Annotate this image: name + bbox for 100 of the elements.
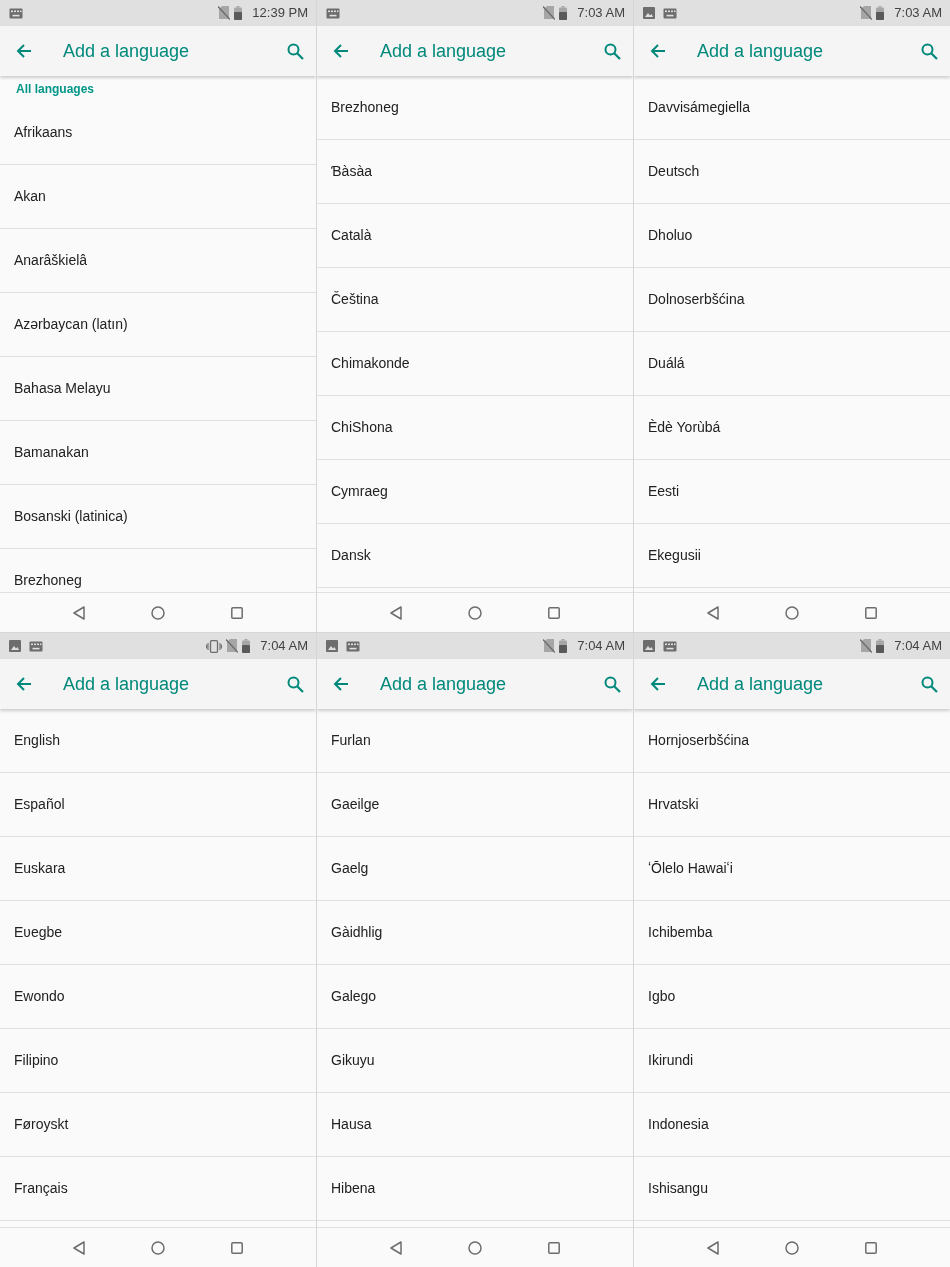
screen-title: Add a language xyxy=(697,39,824,63)
language-item[interactable]: Eʋegbe xyxy=(0,901,316,965)
language-item[interactable]: English xyxy=(0,709,316,773)
language-item[interactable]: Ishisangu xyxy=(634,1157,950,1221)
language-item[interactable]: Euskara xyxy=(0,837,316,901)
language-item[interactable]: Føroyskt xyxy=(0,1093,316,1157)
keyboard-icon xyxy=(9,7,23,19)
search-icon xyxy=(603,675,621,693)
status-time: 7:03 AM xyxy=(577,4,625,23)
image-icon xyxy=(9,640,21,652)
language-item[interactable]: Indonesia xyxy=(634,1093,950,1157)
language-item[interactable]: Akan xyxy=(0,165,316,229)
back-arrow-icon xyxy=(16,676,32,692)
no-sim-icon xyxy=(860,6,873,20)
home-circle-icon xyxy=(468,605,482,620)
language-item[interactable]: Čeština xyxy=(317,268,633,332)
image-icon xyxy=(326,640,338,652)
back-arrow-icon xyxy=(650,676,666,692)
language-item[interactable]: Galego xyxy=(317,965,633,1029)
language-item[interactable]: Brezhoneg xyxy=(317,76,633,140)
language-item[interactable]: Hornjoserbšćina xyxy=(634,709,950,773)
battery-icon xyxy=(876,639,885,653)
search-icon xyxy=(286,675,304,693)
language-item[interactable]: Azərbaycan (latın) xyxy=(0,293,316,357)
language-item[interactable]: Español xyxy=(0,773,316,837)
recents-square-icon xyxy=(231,606,243,619)
language-item[interactable]: ChiShona xyxy=(317,396,633,460)
language-item[interactable]: Ewondo xyxy=(0,965,316,1029)
recents-square-icon xyxy=(865,1241,877,1254)
recents-square-icon xyxy=(865,606,877,619)
no-sim-icon xyxy=(226,639,239,653)
search-icon xyxy=(603,42,621,60)
language-item[interactable]: Dholuo xyxy=(634,204,950,268)
status-time: 7:04 AM xyxy=(260,637,308,656)
language-item[interactable]: Ikirundi xyxy=(634,1029,950,1093)
status-time: 7:04 AM xyxy=(894,637,942,656)
triangle-back-icon xyxy=(390,1240,402,1255)
language-item[interactable]: Català xyxy=(317,204,633,268)
language-item[interactable]: ʻŌlelo Hawaiʻi xyxy=(634,837,950,901)
no-sim-icon xyxy=(218,6,231,20)
language-item[interactable]: Cymraeg xyxy=(317,460,633,524)
no-sim-icon xyxy=(860,639,873,653)
battery-icon xyxy=(242,639,251,653)
language-item[interactable]: Filipino xyxy=(0,1029,316,1093)
language-item[interactable]: Hausa xyxy=(317,1093,633,1157)
language-item[interactable]: Français xyxy=(0,1157,316,1221)
language-item[interactable]: Gaeilge xyxy=(317,773,633,837)
section-header: All languages xyxy=(15,81,96,98)
search-icon xyxy=(920,42,938,60)
status-time: 7:03 AM xyxy=(894,4,942,23)
vibrate-icon xyxy=(206,639,223,653)
home-circle-icon xyxy=(151,605,165,620)
language-item[interactable]: Gàidhlig xyxy=(317,901,633,965)
language-item[interactable]: Dolnoserbšćina xyxy=(634,268,950,332)
back-arrow-icon xyxy=(650,43,666,59)
image-icon xyxy=(643,7,655,19)
language-item[interactable]: Ichibemba xyxy=(634,901,950,965)
home-circle-icon xyxy=(785,1240,799,1255)
language-item[interactable]: Deutsch xyxy=(634,140,950,204)
search-icon xyxy=(920,675,938,693)
language-item[interactable]: Anarâškielâ xyxy=(0,229,316,293)
language-item[interactable]: Bahasa Melayu xyxy=(0,357,316,421)
keyboard-icon xyxy=(663,640,677,652)
no-sim-icon xyxy=(543,6,556,20)
language-item[interactable]: Gikuyu xyxy=(317,1029,633,1093)
language-item[interactable]: Davvisámegiella xyxy=(634,76,950,140)
language-item[interactable]: Ɓàsàa xyxy=(317,140,633,204)
battery-icon xyxy=(559,639,568,653)
language-item[interactable]: Èdè Yorùbá xyxy=(634,396,950,460)
battery-icon xyxy=(559,6,568,20)
language-item[interactable]: Furlan xyxy=(317,709,633,773)
home-circle-icon xyxy=(468,1240,482,1255)
language-item[interactable]: Bosanski (latinica) xyxy=(0,485,316,549)
recents-square-icon xyxy=(231,1241,243,1254)
language-item[interactable]: Eesti xyxy=(634,460,950,524)
screen-title: Add a language xyxy=(380,672,507,696)
home-circle-icon xyxy=(151,1240,165,1255)
language-item[interactable]: Ekegusii xyxy=(634,524,950,588)
language-item[interactable]: Dansk xyxy=(317,524,633,588)
language-item[interactable]: Bamanakan xyxy=(0,421,316,485)
language-item[interactable]: Chimakonde xyxy=(317,332,633,396)
triangle-back-icon xyxy=(707,1240,719,1255)
language-item[interactable]: Gaelg xyxy=(317,837,633,901)
back-arrow-icon xyxy=(333,43,349,59)
search-icon xyxy=(286,42,304,60)
language-item[interactable]: Igbo xyxy=(634,965,950,1029)
keyboard-icon xyxy=(29,640,43,652)
language-item[interactable]: Hibena xyxy=(317,1157,633,1221)
language-item[interactable]: Afrikaans xyxy=(0,101,316,165)
screen-title: Add a language xyxy=(697,672,824,696)
status-time: 12:39 PM xyxy=(252,4,308,23)
triangle-back-icon xyxy=(707,605,719,620)
home-circle-icon xyxy=(785,605,799,620)
language-item[interactable]: Duálá xyxy=(634,332,950,396)
language-item[interactable]: Hrvatski xyxy=(634,773,950,837)
back-arrow-icon xyxy=(333,676,349,692)
recents-square-icon xyxy=(548,606,560,619)
status-time: 7:04 AM xyxy=(577,637,625,656)
back-arrow-icon xyxy=(16,43,32,59)
screen-title: Add a language xyxy=(380,39,507,63)
